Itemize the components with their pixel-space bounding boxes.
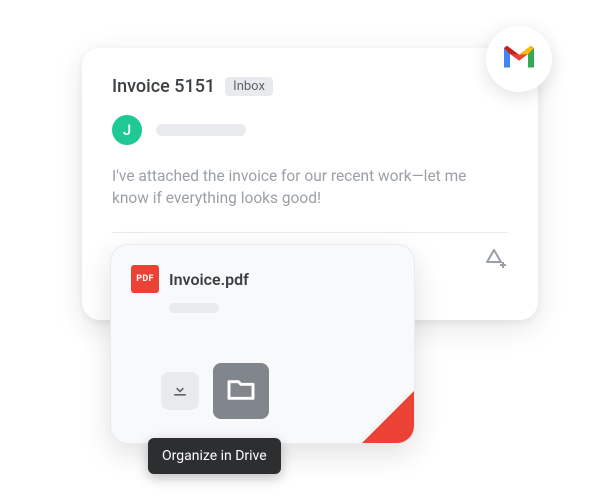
folder-icon [225, 373, 257, 409]
sender-row: J [112, 115, 508, 145]
attachment-actions [161, 363, 269, 419]
organize-in-drive-button[interactable] [213, 363, 269, 419]
tooltip: Organize in Drive [148, 438, 281, 474]
gmail-badge [486, 26, 552, 92]
save-to-drive-icon[interactable] [482, 247, 506, 271]
download-icon [170, 379, 190, 403]
subject-row: Invoice 5151 Inbox [112, 76, 508, 97]
divider [112, 232, 508, 233]
attachment-header: PDF Invoice.pdf [111, 245, 414, 301]
email-subject: Invoice 5151 [112, 76, 215, 97]
attachment-filename: Invoice.pdf [169, 270, 249, 289]
page-corner-fold [362, 391, 414, 443]
download-button[interactable] [161, 372, 199, 410]
inbox-tag[interactable]: Inbox [225, 77, 273, 96]
sender-name-placeholder [156, 124, 246, 136]
gmail-icon [501, 43, 537, 75]
attachment-meta-placeholder [169, 303, 219, 313]
attachment-card[interactable]: PDF Invoice.pdf [110, 244, 415, 444]
avatar[interactable]: J [112, 115, 142, 145]
email-body: I've attached the invoice for our recent… [112, 165, 507, 210]
pdf-icon: PDF [131, 265, 159, 293]
